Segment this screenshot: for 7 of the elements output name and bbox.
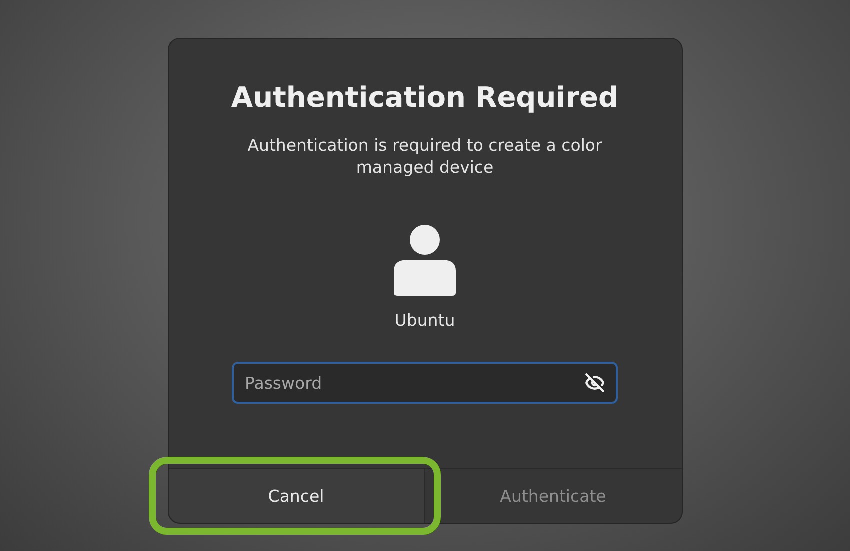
dialog-title: Authentication Required (231, 80, 619, 116)
reveal-password-icon[interactable] (585, 373, 605, 393)
user-avatar-icon (394, 225, 456, 297)
user-name: Ubuntu (394, 311, 456, 330)
dialog-message: Authentication is required to create a color managed device (246, 135, 604, 179)
cancel-button[interactable]: Cancel (168, 469, 425, 523)
password-field[interactable]: Password (232, 362, 618, 404)
